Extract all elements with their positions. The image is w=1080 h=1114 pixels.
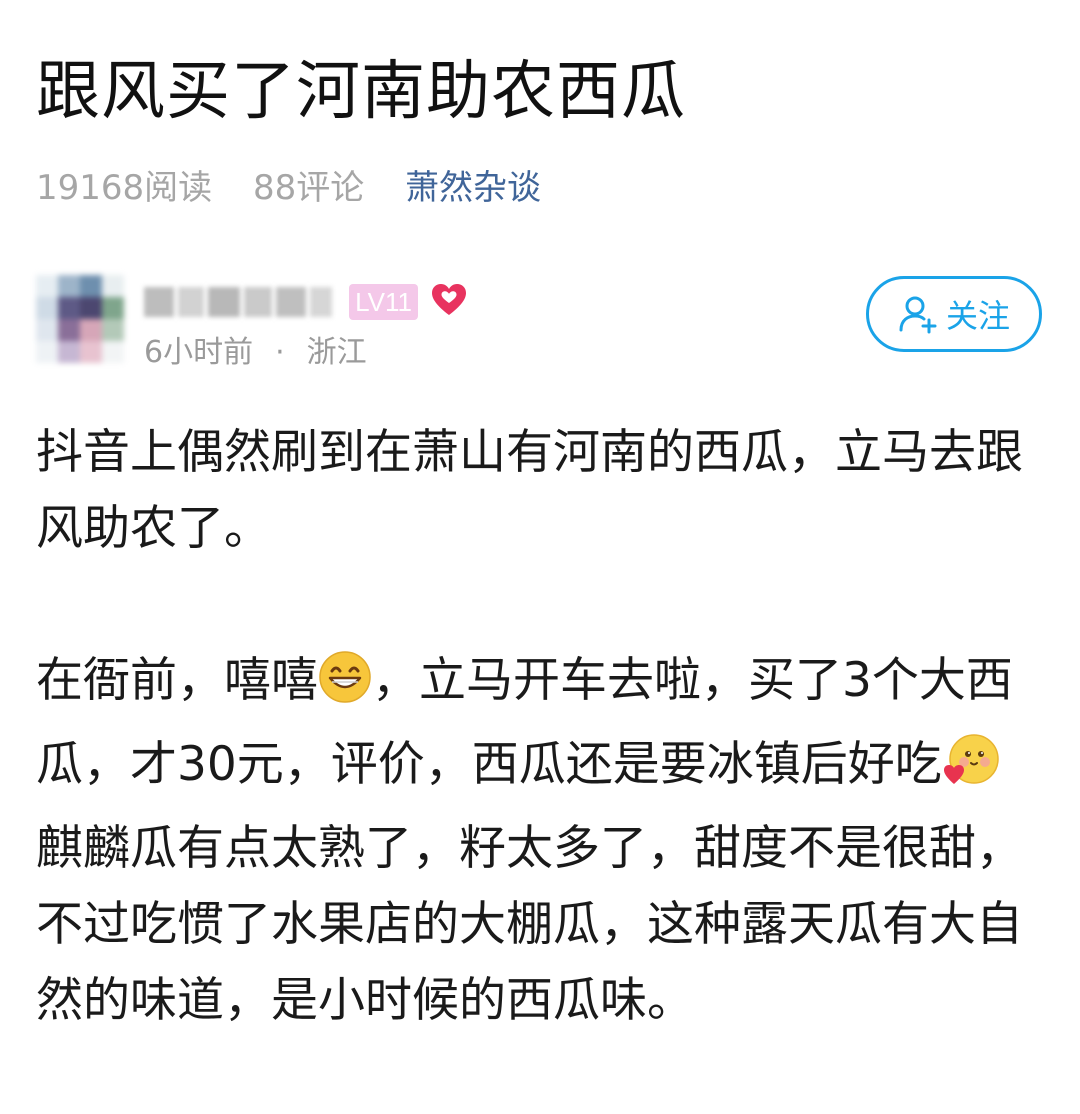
paragraph-1: 抖音上偶然刷到在萧山有河南的西瓜，立马去跟风助农了。 xyxy=(36,425,1023,556)
follow-label: 关注 xyxy=(945,297,1010,335)
post-time: 6小时前 xyxy=(144,335,254,370)
author-name[interactable] xyxy=(144,283,334,321)
post-title: 跟风买了河南助农西瓜 xyxy=(36,55,686,129)
separator: · xyxy=(275,335,285,370)
column-link[interactable]: 萧然杂谈 xyxy=(405,168,541,208)
post-location: 浙江 xyxy=(306,335,367,370)
read-count: 19168阅读 xyxy=(36,168,213,208)
paragraph-2-part-a: 在衙前，嘻嘻 xyxy=(36,653,318,708)
paragraph-2-part-c: 麒麟瓜有点太熟了，籽太多了，甜度不是很甜，不过吃惯了水果店的大棚瓜，这种露天瓜有… xyxy=(36,821,1023,1028)
heart-icon xyxy=(431,283,467,321)
add-user-icon xyxy=(899,296,937,334)
level-badge: LV11 xyxy=(349,284,418,320)
author-sub-meta: 6小时前 · 浙江 xyxy=(144,333,367,373)
post-meta: 19168阅读 88评论 萧然杂谈 xyxy=(36,165,541,211)
love-emoji-icon xyxy=(942,732,1002,811)
follow-button[interactable]: 关注 xyxy=(866,276,1042,352)
author-name-row: LV11 xyxy=(144,283,467,327)
grin-emoji-icon xyxy=(318,650,372,727)
comment-count[interactable]: 88评论 xyxy=(253,168,364,208)
post-body: 抖音上偶然刷到在萧山有河南的西瓜，立马去跟风助农了。 在衙前，嘻嘻 ，立马开车去… xyxy=(36,415,1048,1039)
paragraph-2: 在衙前，嘻嘻 ，立马开车去啦，买了3个大西瓜，才30元，评价，西瓜还是要冰镇后好… xyxy=(36,643,1048,1039)
avatar[interactable] xyxy=(36,275,124,363)
